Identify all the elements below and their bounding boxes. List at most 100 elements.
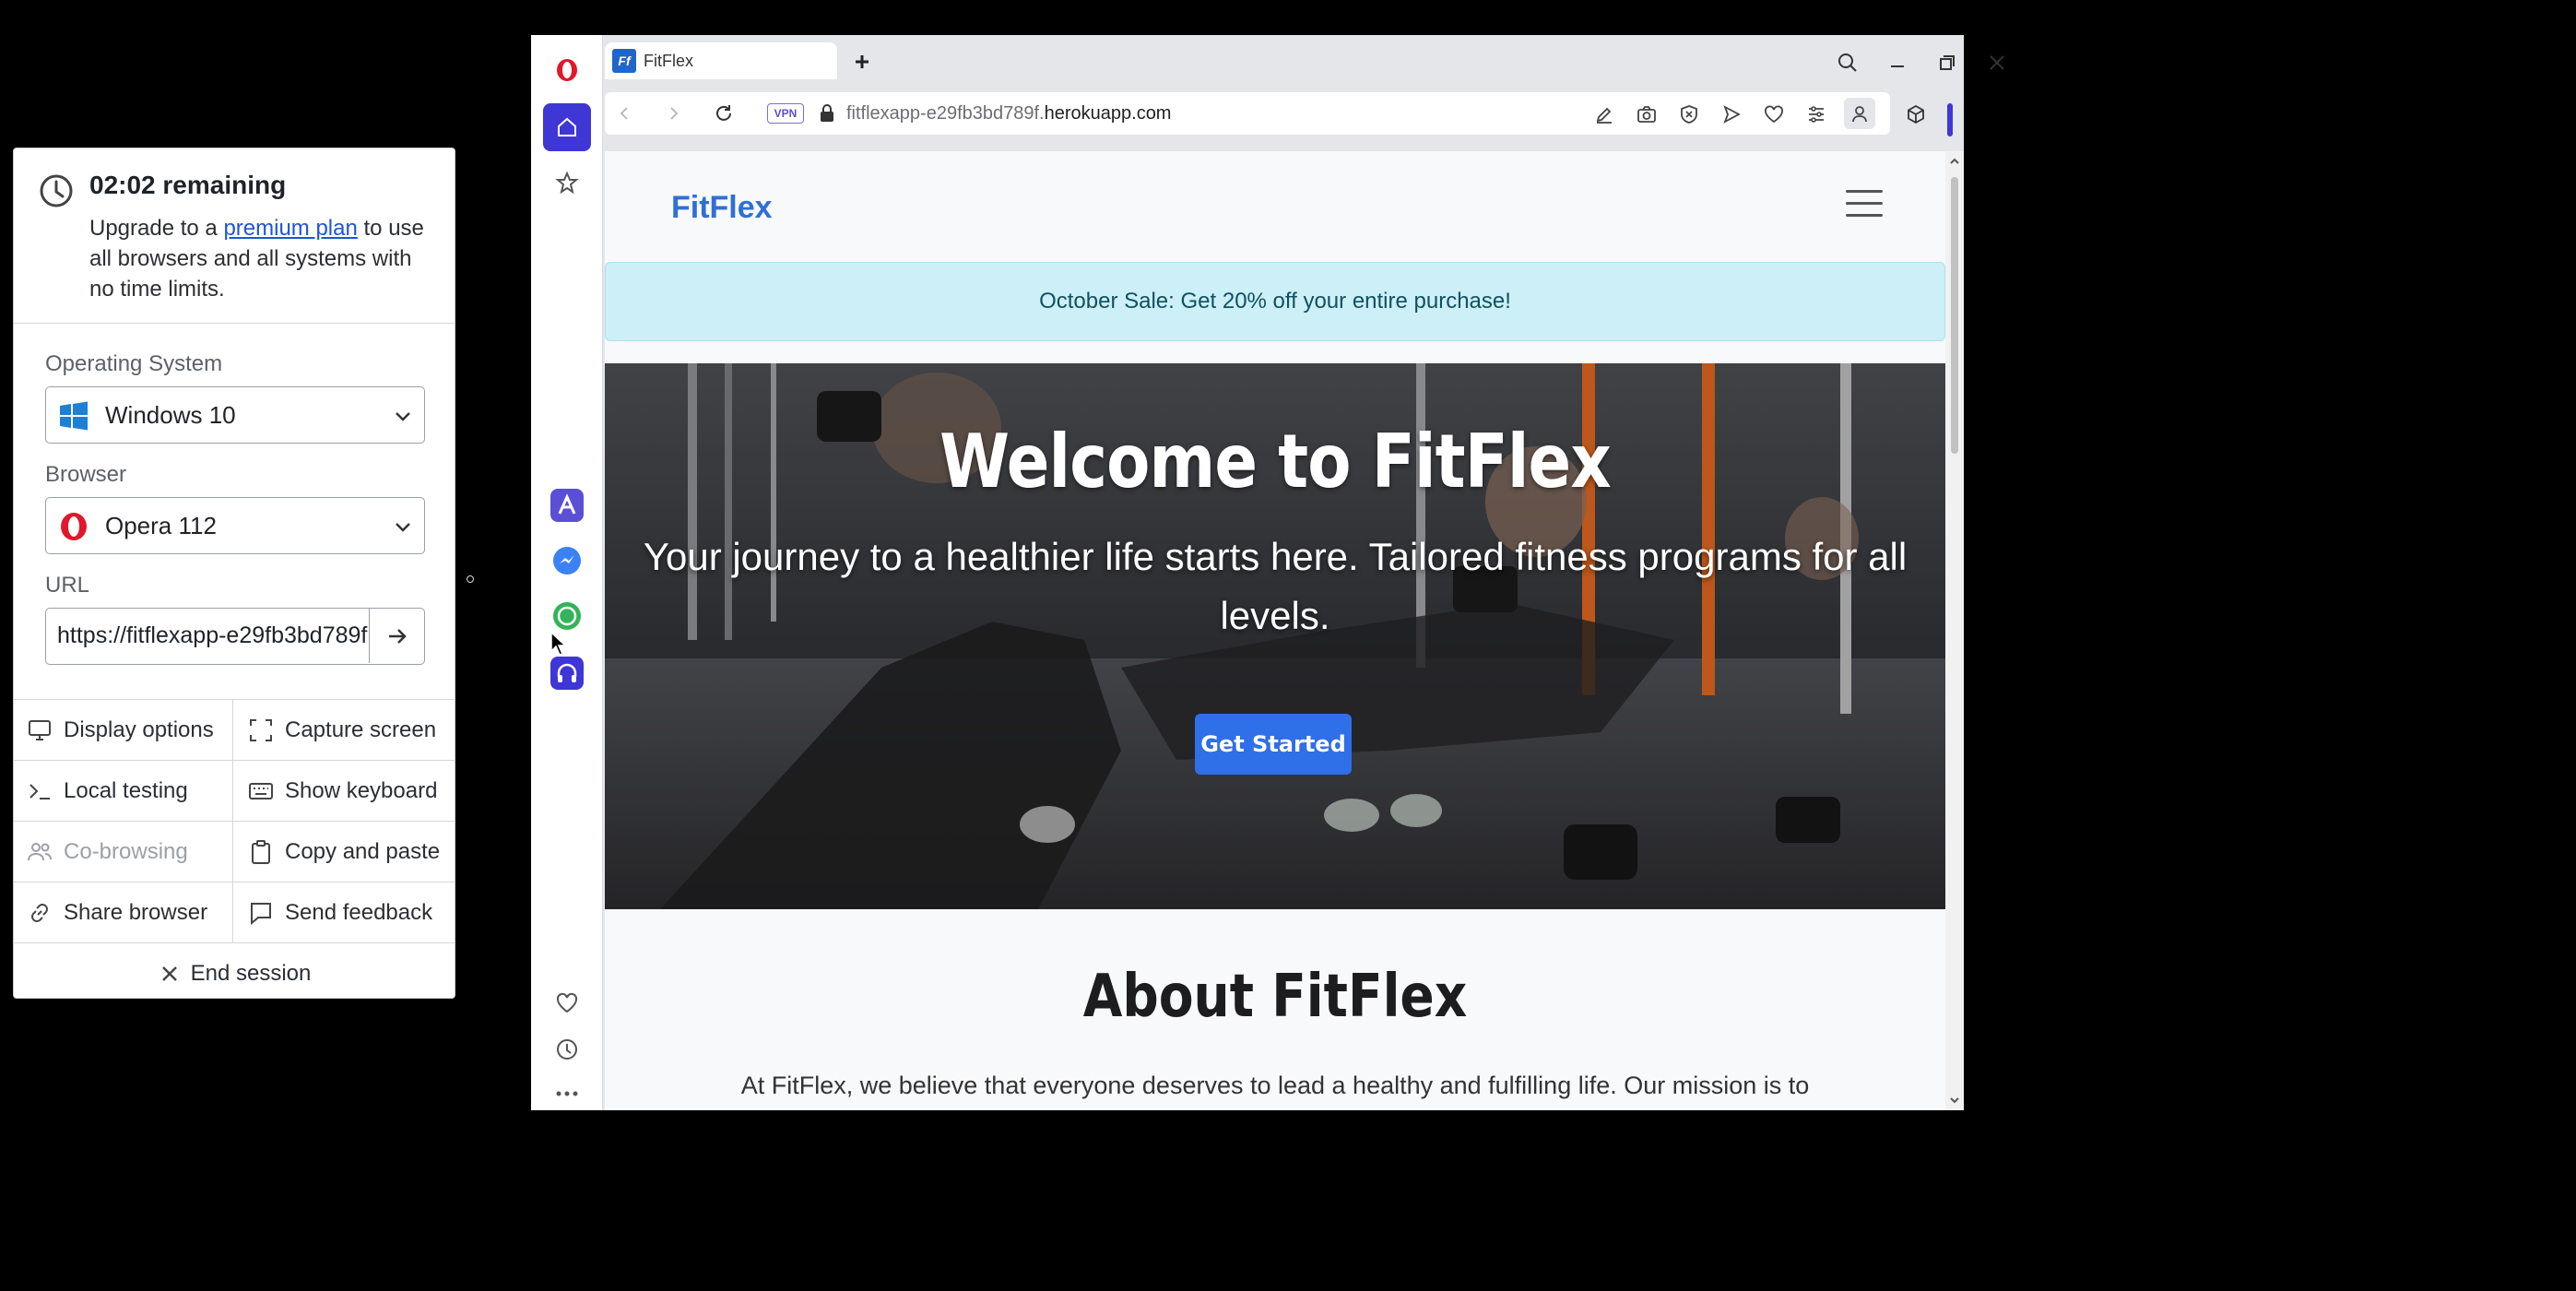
display-options-button[interactable]: Display options [14,700,233,761]
session-panel: 02:02 remaining Upgrade to a premium pla… [13,148,455,999]
monitor-icon [29,719,51,740]
capture-screen-label: Capture screen [285,717,437,742]
co-browsing-label: Co-browsing [64,838,188,864]
share-browser-button[interactable]: Share browser [14,882,233,943]
site-navbar: FitFlex [605,151,1945,262]
back-button[interactable] [610,100,638,127]
send-feedback-label: Send feedback [285,899,433,925]
hamburger-menu-button[interactable] [1846,190,1883,221]
tab-fitflex[interactable]: Ff FitFlex [605,42,837,79]
local-testing-button[interactable]: Local testing [14,761,233,822]
co-browsing-button[interactable]: Co-browsing [14,822,233,882]
browser-select[interactable]: Opera 112 [45,497,425,554]
reload-icon [716,105,731,121]
messenger-button[interactable] [543,537,591,585]
edit-icon [1596,107,1612,124]
reload-button[interactable] [710,100,738,127]
send-button[interactable] [1719,101,1744,127]
restore-icon [1940,55,1955,70]
easy-setup-button[interactable] [1803,101,1829,127]
url-subdomain: fitflexapp-e29fb3bd789f. [846,103,1045,124]
copy-paste-button[interactable]: Copy and paste [233,822,455,882]
tab-search-button[interactable] [1831,46,1864,79]
cube-icon [1908,104,1924,124]
scroll-up-icon [1950,158,1959,164]
clock-icon [38,172,75,209]
hero-title: Welcome to FitFlex [939,419,1612,504]
os-label: Operating System [45,351,223,376]
end-session-label: End session [190,961,312,986]
send-feedback-button[interactable]: Send feedback [233,882,455,943]
forward-button[interactable] [660,100,688,127]
close-icon [1990,55,2004,70]
shield-icon [1681,105,1697,124]
hero-subtitle: Your journey to a healthier life starts … [643,535,1908,637]
aria-button[interactable] [543,481,591,529]
browser-label: Browser [45,462,127,487]
plus-icon [856,55,869,68]
minimize-button[interactable] [1881,46,1914,79]
about-text: At FitFlex, we believe that everyone des… [740,1072,1810,1099]
cursor-icon [550,632,567,656]
timer-section: 02:02 remaining Upgrade to a premium pla… [14,148,455,324]
music-player-button[interactable] [543,649,591,697]
close-window-button[interactable] [1980,46,2014,79]
get-started-button[interactable]: Get Started [1195,714,1352,775]
restore-button[interactable] [1931,46,1964,79]
capture-icon [250,718,272,741]
address-url[interactable]: fitflexapp-e29fb3bd789f.herokuapp.com [846,103,1171,124]
local-testing-label: Local testing [64,777,188,803]
terminal-icon [30,783,50,799]
page-scrollbar[interactable] [1945,151,1964,1110]
headphones-icon [550,657,584,690]
message-icon [251,902,271,925]
url-field [45,608,425,665]
url-input[interactable] [46,609,369,663]
edit-button[interactable] [1591,101,1617,127]
scrollbar-thumb[interactable] [1951,177,1958,454]
snapshot-button[interactable] [1634,101,1660,127]
new-tab-button[interactable] [848,48,876,76]
more-icon [556,1091,578,1096]
web-page: FitFlex October Sale: Get 20% off your e… [605,151,1945,1110]
about-title: About FitFlex [1082,963,1468,1031]
browser-window: Ff FitFlex VPN fitflexapp-e29fb3bd789f.h… [531,35,2004,1110]
cursor-dot [467,575,474,583]
favorites-button[interactable] [543,979,591,1027]
chevron-left-icon [620,107,628,120]
vpn-badge[interactable]: VPN [767,103,804,124]
camera-icon [1637,106,1656,123]
tab-strip: Ff FitFlex [603,35,2004,90]
link-icon [31,903,48,922]
site-brand[interactable]: FitFlex [671,190,773,226]
go-button[interactable] [369,609,424,663]
os-select[interactable]: Windows 10 [45,386,425,444]
opera-logo-icon [557,59,577,81]
capture-screen-button[interactable]: Capture screen [233,700,455,761]
upgrade-message: Upgrade to a premium plan to use all bro… [89,213,440,304]
opera-sidebar [531,35,603,1110]
send-icon [1723,105,1741,124]
premium-plan-link[interactable]: premium plan [223,216,357,241]
share-browser-label: Share browser [64,899,208,925]
more-button[interactable] [543,1070,591,1118]
keyboard-icon [249,782,273,799]
ad-blocker-button[interactable] [1676,101,1702,127]
opera-menu-button[interactable] [543,46,591,94]
show-keyboard-button[interactable]: Show keyboard [233,761,455,822]
close-icon [161,966,177,981]
opera-icon [59,512,89,541]
time-remaining: 02:02 remaining [89,171,287,199]
home-button[interactable] [543,103,591,151]
history-button[interactable] [543,1025,591,1073]
pinboard-button[interactable] [543,159,591,207]
lock-icon [819,103,835,124]
extensions-button[interactable] [1903,101,1929,127]
sale-banner: October Sale: Get 20% off your entire pu… [605,262,1945,341]
bookmark-button[interactable] [1761,101,1787,127]
end-session-button[interactable]: End session [14,943,455,998]
users-icon [28,842,52,860]
profile-button[interactable] [1844,98,1875,129]
display-options-label: Display options [64,717,214,742]
messenger-icon [553,547,581,574]
